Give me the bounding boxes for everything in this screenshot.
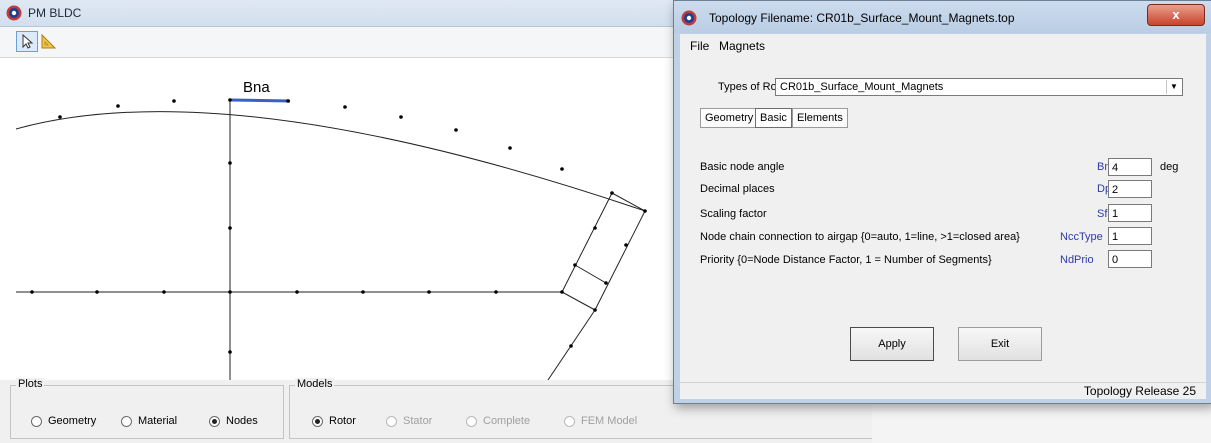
cursor-icon bbox=[22, 33, 34, 49]
plots-geometry-radio[interactable]: Geometry bbox=[31, 415, 96, 427]
radio-label: Complete bbox=[483, 415, 531, 427]
menu-magnets[interactable]: Magnets bbox=[719, 39, 765, 53]
radio-circle bbox=[31, 415, 42, 427]
radio-circle bbox=[386, 415, 397, 427]
radio-label: Stator bbox=[403, 415, 433, 427]
param-ndprio-label: Priority {0=Node Distance Factor, 1 = Nu… bbox=[700, 254, 992, 266]
close-button[interactable]: x bbox=[1147, 4, 1205, 26]
app-logo-icon bbox=[681, 10, 697, 26]
param-ncctype-abbr: NccType bbox=[1060, 231, 1103, 243]
radio-label: FEM Model bbox=[581, 415, 638, 427]
radio-circle-selected bbox=[209, 415, 220, 427]
status-text: Topology Release 25 bbox=[1083, 384, 1196, 398]
dialog-status-bar: Topology Release 25 bbox=[680, 382, 1206, 399]
radio-circle bbox=[121, 415, 132, 427]
param-bna-unit: deg bbox=[1160, 161, 1179, 173]
param-sf-label: Scaling factor bbox=[700, 208, 767, 220]
radio-circle-selected bbox=[312, 415, 323, 427]
app-logo-icon bbox=[6, 5, 22, 21]
param-bna-label: Basic node angle bbox=[700, 161, 785, 173]
param-sf-abbr: Sf bbox=[1097, 208, 1108, 220]
exit-button[interactable]: Exit bbox=[958, 327, 1042, 361]
dialog-menu-bar: File Magnets bbox=[680, 34, 1206, 57]
ruler-triangle-icon bbox=[41, 33, 57, 49]
select-pointer-button[interactable] bbox=[16, 31, 38, 52]
param-ncctype-input[interactable]: 1 bbox=[1108, 227, 1152, 245]
measure-tool-button[interactable] bbox=[38, 31, 60, 52]
chevron-down-icon[interactable]: ▼ bbox=[1166, 80, 1181, 94]
models-complete-radio[interactable]: Complete bbox=[466, 415, 530, 427]
dialog-title: Topology Filename: CR01b_Surface_Mount_M… bbox=[709, 11, 1015, 25]
models-fem-model-radio[interactable]: FEM Model bbox=[564, 415, 637, 427]
param-ndprio-input[interactable]: 0 bbox=[1108, 250, 1152, 268]
plots-nodes-radio[interactable]: Nodes bbox=[209, 415, 258, 427]
tab-elements[interactable]: Elements bbox=[792, 108, 848, 128]
menu-file[interactable]: File bbox=[690, 39, 709, 53]
apply-button[interactable]: Apply bbox=[850, 327, 934, 361]
param-dp-label: Decimal places bbox=[700, 183, 775, 195]
plots-group-label: Plots bbox=[16, 378, 45, 390]
param-sf-input[interactable]: 1 bbox=[1108, 204, 1152, 222]
models-rotor-radio[interactable]: Rotor bbox=[312, 415, 356, 427]
dialog-title-bar[interactable]: Topology Filename: CR01b_Surface_Mount_M… bbox=[674, 1, 1211, 33]
dialog-content: Types of Rotor: CR01b_Surface_Mount_Magn… bbox=[680, 57, 1206, 382]
param-bna-input[interactable]: 4 bbox=[1108, 158, 1152, 176]
rotor-type-select[interactable]: CR01b_Surface_Mount_Magnets ▼ bbox=[775, 78, 1183, 96]
param-ndprio-abbr: NdPrio bbox=[1060, 254, 1094, 266]
param-ncctype-label: Node chain connection to airgap {0=auto,… bbox=[700, 231, 1020, 243]
radio-circle bbox=[564, 415, 575, 427]
radio-label: Nodes bbox=[226, 415, 258, 427]
radio-label: Geometry bbox=[48, 415, 97, 427]
rotor-type-value: CR01b_Surface_Mount_Magnets bbox=[780, 81, 944, 93]
radio-circle bbox=[466, 415, 477, 427]
plots-material-radio[interactable]: Material bbox=[121, 415, 177, 427]
radio-label: Rotor bbox=[329, 415, 356, 427]
tab-basic[interactable]: Basic bbox=[755, 108, 792, 128]
close-icon: x bbox=[1172, 7, 1180, 22]
main-title: PM BLDC bbox=[28, 6, 82, 20]
empty-area bbox=[872, 400, 1211, 443]
bna-label: Bna bbox=[243, 79, 270, 96]
radio-label: Material bbox=[138, 415, 178, 427]
models-stator-radio[interactable]: Stator bbox=[386, 415, 432, 427]
tab-geometry[interactable]: Geometry bbox=[700, 108, 759, 128]
topology-dialog: Topology Filename: CR01b_Surface_Mount_M… bbox=[673, 0, 1211, 404]
models-group-label: Models bbox=[295, 378, 335, 390]
param-dp-input[interactable]: 2 bbox=[1108, 180, 1152, 198]
plots-group: Plots Geometry Material Nodes bbox=[10, 378, 284, 439]
